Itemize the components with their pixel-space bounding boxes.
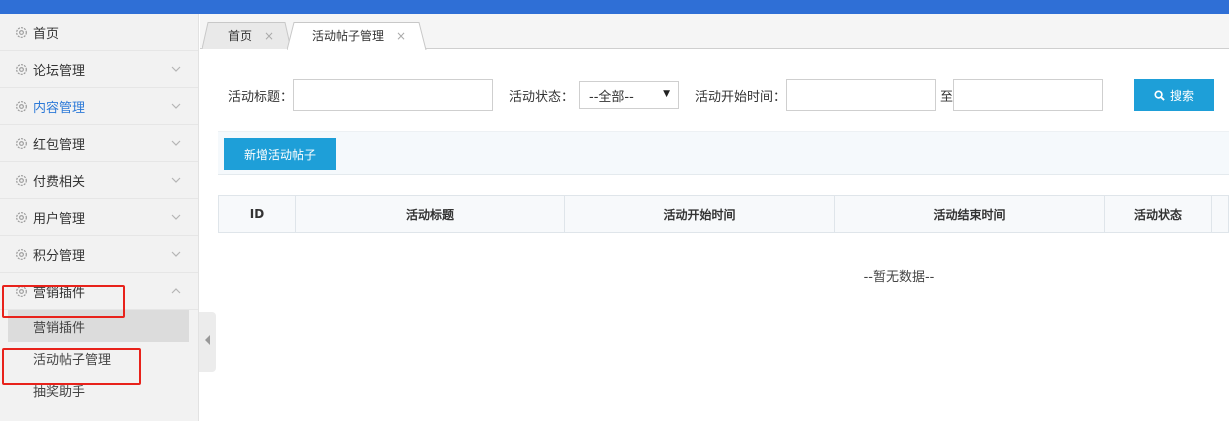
close-icon[interactable]: × xyxy=(396,29,406,43)
caret-down-icon: ▼ xyxy=(663,89,671,99)
sidebar-item-label: 论坛管理 xyxy=(33,63,86,79)
column-header-id: ID xyxy=(219,196,296,232)
sidebar-item-label: 积分管理 xyxy=(33,248,86,264)
column-header-end-time: 活动结束时间 xyxy=(835,196,1105,232)
chevron-left-icon xyxy=(204,334,212,350)
search-button-label: 搜索 xyxy=(1169,88,1194,103)
sidebar-item-payment[interactable]: 付费相关 xyxy=(0,162,198,199)
sidebar-item-label: 用户管理 xyxy=(33,211,86,227)
gear-icon xyxy=(14,210,28,224)
sidebar-item-label: 红包管理 xyxy=(33,137,86,153)
sidebar-item-marketing[interactable]: 营销插件 xyxy=(0,273,198,310)
tab-activity-posts[interactable]: 活动帖子管理 × xyxy=(287,22,427,50)
sidebar: 首页 论坛管理 内容管理 红包管理 付费相关 用户管理 积分管理 营销插件 营销… xyxy=(0,14,199,421)
submenu-item-activity-posts[interactable]: 活动帖子管理 xyxy=(0,342,198,374)
sidebar-item-label: 首页 xyxy=(33,26,60,42)
table-header: ID 活动标题 活动开始时间 活动结束时间 活动状态 xyxy=(218,195,1229,233)
search-button[interactable]: 搜索 xyxy=(1134,79,1214,111)
sidebar-item-label: 付费相关 xyxy=(33,174,86,190)
close-icon[interactable]: × xyxy=(264,29,274,43)
top-header-bar xyxy=(0,0,1229,14)
gear-icon xyxy=(14,247,28,261)
sidebar-item-label: 内容管理 xyxy=(33,100,86,116)
status-filter-label: 活动状态： xyxy=(509,89,575,105)
gear-icon xyxy=(14,136,28,150)
column-header-status: 活动状态 xyxy=(1105,196,1212,232)
sidebar-collapse-handle[interactable] xyxy=(199,312,216,372)
sidebar-item-content[interactable]: 内容管理 xyxy=(0,88,198,125)
chevron-down-icon xyxy=(170,137,182,149)
submenu-item-marketing-plugins[interactable]: 营销插件 xyxy=(8,310,189,342)
gear-icon xyxy=(14,99,28,113)
range-separator: 至 xyxy=(940,89,954,105)
title-filter-input[interactable] xyxy=(293,79,494,111)
status-filter-select[interactable]: --全部-- ▼ xyxy=(579,81,680,109)
submenu-item-lottery-helper[interactable]: 抽奖助手 xyxy=(0,374,198,406)
start-time-from-input[interactable] xyxy=(786,79,937,111)
chevron-down-icon xyxy=(170,211,182,223)
tab-home[interactable]: 首页 × xyxy=(202,22,292,49)
action-toolbar: 新增活动帖子 xyxy=(218,131,1229,175)
add-activity-post-button[interactable]: 新增活动帖子 xyxy=(224,138,336,170)
sidebar-item-users[interactable]: 用户管理 xyxy=(0,199,198,236)
filter-bar: 活动标题： 活动状态： --全部-- ▼ 活动开始时间： 至 xyxy=(228,79,1104,111)
gear-icon xyxy=(14,62,28,76)
empty-table-message: --暂无数据-- xyxy=(863,270,935,285)
status-selected-value: --全部-- xyxy=(589,89,634,105)
sidebar-item-points[interactable]: 积分管理 xyxy=(0,236,198,273)
sidebar-item-red-packet[interactable]: 红包管理 xyxy=(0,125,198,162)
gear-icon xyxy=(14,173,28,187)
chevron-up-icon xyxy=(170,285,182,297)
sidebar-item-label: 营销插件 xyxy=(33,285,86,301)
gear-icon xyxy=(14,284,28,298)
search-icon xyxy=(1154,89,1165,101)
chevron-down-icon xyxy=(170,63,182,75)
column-header-start-time: 活动开始时间 xyxy=(565,196,835,232)
tab-bar: 首页 × 活动帖子管理 × xyxy=(200,14,1229,50)
chevron-down-icon xyxy=(170,174,182,186)
title-filter-label: 活动标题： xyxy=(228,89,294,105)
sidebar-item-forum[interactable]: 论坛管理 xyxy=(0,51,198,88)
sidebar-item-home[interactable]: 首页 xyxy=(0,14,198,51)
column-header-title: 活动标题 xyxy=(296,196,565,232)
tab-label: 活动帖子管理 xyxy=(312,29,385,43)
tab-label: 首页 xyxy=(228,29,253,43)
start-time-to-input[interactable] xyxy=(953,79,1104,111)
gear-icon xyxy=(14,25,28,39)
marketing-submenu: 营销插件 活动帖子管理 抽奖助手 xyxy=(0,310,198,406)
start-time-filter-label: 活动开始时间： xyxy=(695,89,787,105)
chevron-down-icon xyxy=(170,100,182,112)
chevron-down-icon xyxy=(170,248,182,260)
